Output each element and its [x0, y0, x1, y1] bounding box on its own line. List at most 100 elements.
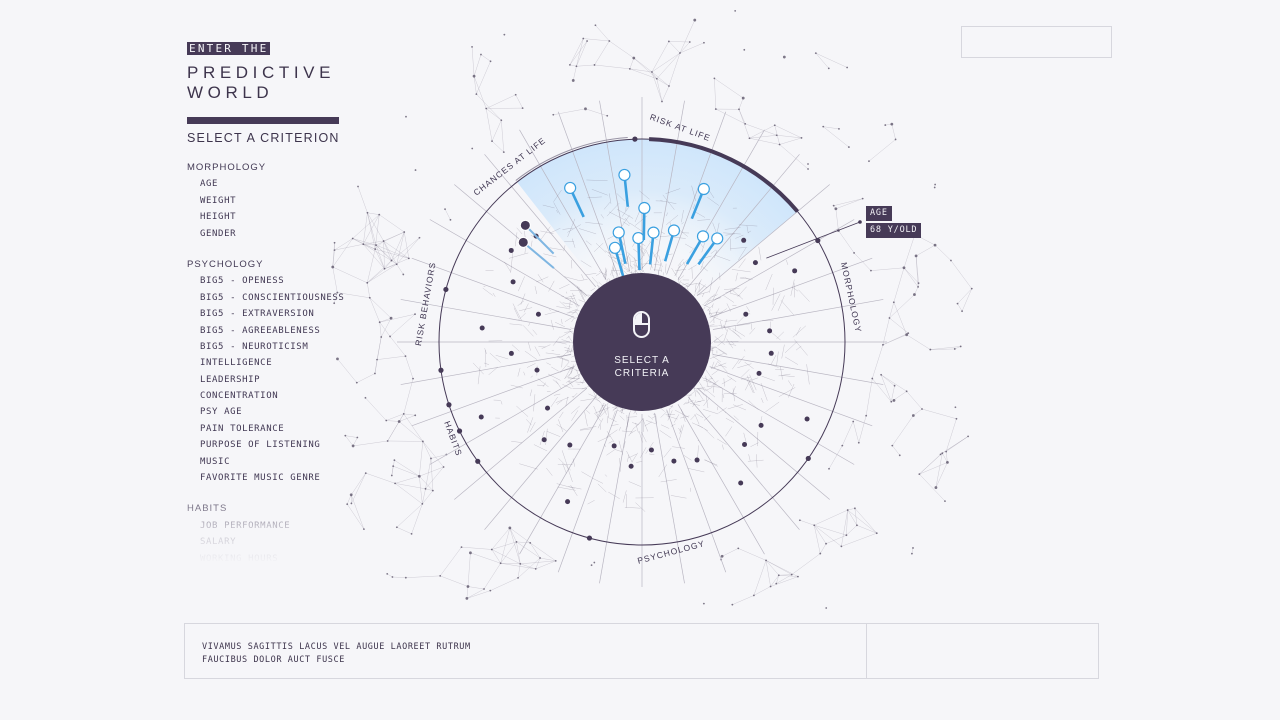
inner-network-edge	[534, 346, 541, 357]
criteria-list: MORPHOLOGY AGE WEIGHT HEIGHT GENDER PSYC…	[187, 160, 387, 566]
criterion-item[interactable]: PSY AGE	[187, 404, 387, 420]
inner-network-edge	[770, 355, 777, 365]
inner-network-edge	[549, 309, 551, 311]
tooltip-pointer	[766, 221, 861, 259]
segment-label-risk-behaviors: RISK BEHAVIORS	[413, 261, 438, 347]
network-node	[917, 286, 919, 288]
inner-network-edge	[551, 366, 559, 372]
network-edge	[868, 139, 896, 162]
inner-network-edge	[666, 415, 678, 420]
network-edge	[516, 541, 531, 544]
network-node	[800, 137, 803, 139]
inner-network-edge	[687, 468, 705, 473]
network-node	[390, 474, 393, 477]
page-header: ENTER THE PREDICTIVE WORLD	[187, 39, 335, 103]
network-edge	[882, 317, 890, 345]
network-node	[813, 524, 816, 527]
network-node	[571, 79, 575, 82]
inner-network-edge	[673, 414, 680, 423]
inner-network-edge	[793, 282, 795, 298]
network-edge	[774, 125, 802, 139]
network-node	[402, 412, 405, 415]
criterion-item[interactable]: LEADERSHIP	[187, 372, 387, 388]
network-edge	[476, 61, 491, 95]
network-node	[959, 345, 962, 348]
criterion-item[interactable]: MUSIC	[187, 454, 387, 470]
network-node	[582, 37, 585, 40]
inner-network-edge	[722, 444, 724, 450]
inner-network-edge	[628, 481, 642, 487]
network-node	[421, 502, 424, 505]
radial-spoke	[557, 409, 618, 573]
select-criteria-button[interactable]: SELECT A CRITERIA	[573, 273, 711, 411]
network-node	[593, 64, 596, 66]
inner-network-edge	[568, 371, 572, 377]
network-edge	[903, 267, 919, 288]
network-node	[475, 93, 478, 95]
network-node	[902, 266, 906, 270]
value-node	[711, 232, 724, 245]
network-edge	[629, 57, 634, 69]
network-edge	[509, 527, 521, 564]
inner-network-edge	[517, 300, 525, 306]
network-edge	[500, 563, 536, 570]
inner-network-edge	[693, 385, 697, 397]
network-edge	[889, 302, 895, 319]
criterion-item[interactable]: BIG5 - OPENESS	[187, 273, 387, 289]
network-node	[606, 114, 609, 117]
criterion-item[interactable]: INTELLIGENCE	[187, 355, 387, 371]
network-edge	[576, 64, 595, 67]
ring-dot	[586, 535, 593, 541]
criterion-item[interactable]: BIG5 - AGREEABLENESS	[187, 323, 387, 339]
inner-network-edge	[696, 413, 704, 418]
criterion-item[interactable]: FAVORITE MUSIC GENRE	[187, 470, 387, 486]
inner-network-edge	[561, 357, 563, 368]
network-node	[852, 420, 855, 423]
data-dot	[567, 442, 573, 448]
inner-network-edge	[727, 404, 743, 410]
network-node	[442, 466, 445, 468]
criterion-item[interactable]: WEIGHT	[187, 193, 387, 209]
inner-network-edge	[608, 440, 613, 444]
criterion-item[interactable]: BIG5 - EXTRAVERSION	[187, 306, 387, 322]
network-node	[469, 551, 472, 555]
criterion-item[interactable]: PURPOSE OF LISTENING	[187, 437, 387, 453]
criterion-item[interactable]: JOB PERFORMANCE	[187, 518, 387, 534]
criterion-item[interactable]: WORKING HOURS	[187, 551, 387, 566]
criterion-item[interactable]: CONCENTRATION	[187, 388, 387, 404]
network-node	[632, 56, 636, 60]
mouse-icon	[633, 311, 650, 338]
network-edge	[471, 46, 475, 77]
criterion-item[interactable]: PAIN TOLERANCE	[187, 421, 387, 437]
network-edge	[828, 445, 843, 469]
network-node	[913, 293, 916, 296]
network-edge	[668, 41, 681, 54]
criterion-item[interactable]: BIG5 - CONSCIENTIOUSNESS	[187, 290, 387, 306]
network-node	[651, 71, 653, 73]
inner-network-edge	[552, 379, 559, 385]
inner-network-edge	[533, 444, 548, 452]
top-right-input-box[interactable]	[961, 26, 1112, 58]
inner-network-edge	[659, 430, 672, 439]
inner-network-edge	[587, 500, 595, 505]
criterion-item[interactable]: BIG5 - NEUROTICISM	[187, 339, 387, 355]
network-edge	[594, 64, 630, 70]
network-node	[854, 507, 856, 510]
network-edge	[856, 525, 877, 534]
network-edge	[403, 413, 416, 416]
inner-network-edge	[750, 442, 759, 447]
criterion-item[interactable]: HEIGHT	[187, 209, 387, 225]
inner-network-edge	[604, 474, 608, 477]
criterion-item[interactable]: SALARY	[187, 534, 387, 550]
criterion-item[interactable]: GENDER	[187, 226, 387, 242]
inner-network-edge	[519, 463, 538, 470]
network-node	[853, 252, 855, 254]
inner-network-edge	[712, 356, 721, 363]
network-node	[394, 482, 396, 485]
network-edge	[945, 418, 957, 452]
center-button-label: SELECT A CRITERIA	[573, 355, 711, 380]
criterion-item[interactable]: AGE	[187, 176, 387, 192]
inner-network-edge	[635, 502, 646, 512]
network-node	[449, 218, 452, 221]
inner-network-edge	[618, 440, 623, 455]
